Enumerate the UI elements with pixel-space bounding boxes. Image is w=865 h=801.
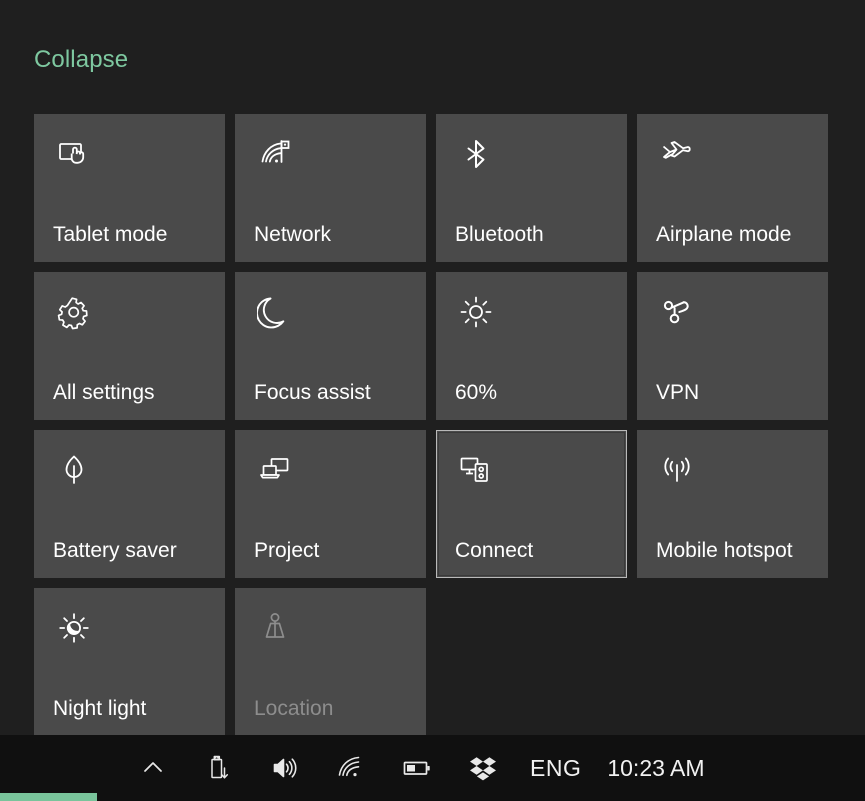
- quick-action-tile-project[interactable]: Project: [235, 430, 426, 578]
- tile-label: VPN: [656, 381, 700, 404]
- wifi-icon[interactable]: [318, 735, 384, 801]
- quick-action-tile-connect[interactable]: Connect: [436, 430, 627, 578]
- quick-action-tile-brightness[interactable]: 60%: [436, 272, 627, 420]
- hotspot-icon: [656, 449, 698, 491]
- dropbox-icon[interactable]: [450, 735, 516, 801]
- taskbar: ENG 10:23 AM: [0, 735, 865, 801]
- quick-action-tile-focus-assist[interactable]: Focus assist: [235, 272, 426, 420]
- tile-label: Focus assist: [254, 381, 371, 404]
- quick-action-tile-location[interactable]: Location: [235, 588, 426, 736]
- show-desktop-indicator[interactable]: [0, 793, 97, 801]
- clock[interactable]: 10:23 AM: [595, 735, 716, 801]
- moon-icon: [254, 291, 296, 333]
- vpn-icon: [656, 291, 698, 333]
- tile-label: All settings: [53, 381, 155, 404]
- language-indicator[interactable]: ENG: [516, 735, 595, 801]
- tile-label: 60%: [455, 381, 498, 404]
- collapse-button[interactable]: Collapse: [34, 48, 128, 72]
- safely-remove-hardware-usb-icon[interactable]: [186, 735, 252, 801]
- quick-action-tile-battery-saver[interactable]: Battery saver: [34, 430, 225, 578]
- tile-label: Bluetooth: [455, 223, 544, 246]
- tile-label: Project: [254, 539, 320, 562]
- connect-icon: [455, 449, 497, 491]
- show-hidden-icons-chevron-icon[interactable]: [120, 735, 186, 801]
- quick-action-tile-network[interactable]: Network: [235, 114, 426, 262]
- quick-action-tile-bluetooth[interactable]: Bluetooth: [436, 114, 627, 262]
- tile-label: Network: [254, 223, 332, 246]
- night-light-icon: [53, 607, 95, 649]
- tile-label: Airplane mode: [656, 223, 792, 246]
- quick-action-tile-airplane-mode[interactable]: Airplane mode: [637, 114, 828, 262]
- tile-label: Battery saver: [53, 539, 177, 562]
- quick-action-tile-vpn[interactable]: VPN: [637, 272, 828, 420]
- brightness-icon: [455, 291, 497, 333]
- quick-action-tile-mobile-hotspot[interactable]: Mobile hotspot: [637, 430, 828, 578]
- tile-label: Connect: [455, 539, 534, 562]
- quick-action-tile-night-light[interactable]: Night light: [34, 588, 225, 736]
- airplane-icon: [656, 133, 698, 175]
- volume-speaker-icon[interactable]: [252, 735, 318, 801]
- gear-icon: [53, 291, 95, 333]
- tile-label: Mobile hotspot: [656, 539, 793, 562]
- network-icon: [254, 133, 296, 175]
- tile-label: Location: [254, 697, 334, 720]
- battery-icon[interactable]: [384, 735, 450, 801]
- tile-label: Night light: [53, 697, 147, 720]
- quick-action-tile-all-settings[interactable]: All settings: [34, 272, 225, 420]
- location-icon: [254, 607, 296, 649]
- collapse-row: Collapse: [34, 42, 128, 78]
- tablet-mode-icon: [53, 133, 95, 175]
- tile-label: Tablet mode: [53, 223, 168, 246]
- leaf-icon: [53, 449, 95, 491]
- system-tray: ENG 10:23 AM: [120, 735, 717, 801]
- project-icon: [254, 449, 296, 491]
- screen: Collapse Tablet mode Network Bluetooth A…: [0, 0, 865, 801]
- action-center-panel: Collapse Tablet mode Network Bluetooth A…: [0, 0, 865, 736]
- quick-action-tile-tablet-mode[interactable]: Tablet mode: [34, 114, 225, 262]
- quick-actions-grid: Tablet mode Network Bluetooth Airplane m…: [34, 114, 830, 736]
- bluetooth-icon: [455, 133, 497, 175]
